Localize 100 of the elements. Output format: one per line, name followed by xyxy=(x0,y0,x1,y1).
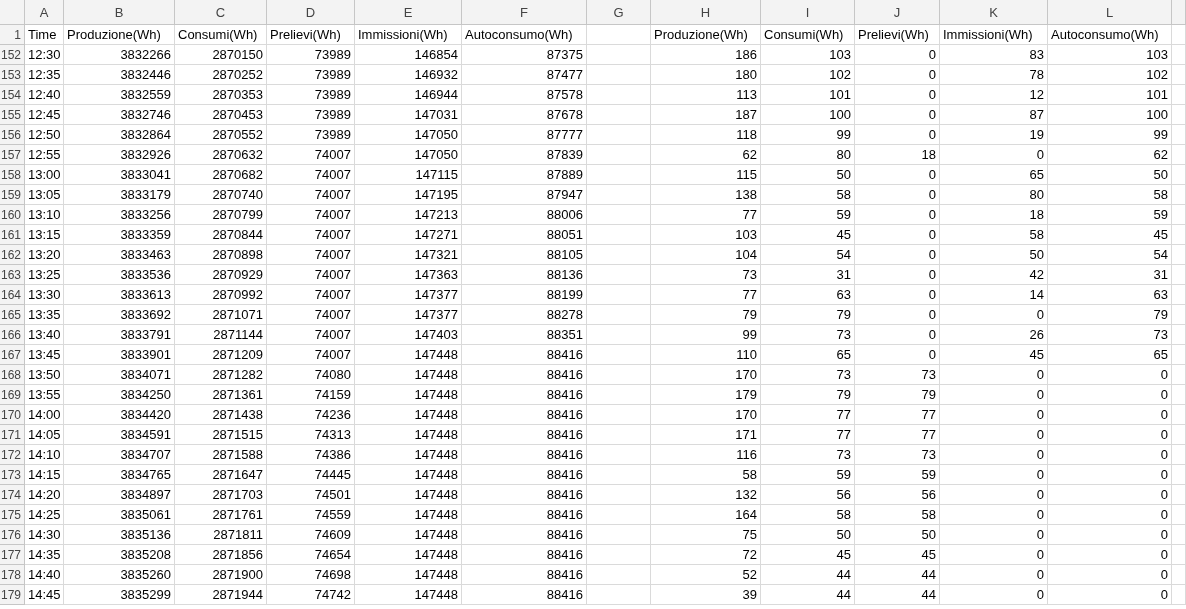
table-cell: 132 xyxy=(651,485,761,505)
table-cell: 2871761 xyxy=(175,505,267,525)
row-header[interactable]: 174 xyxy=(0,485,25,505)
row-header[interactable]: 172 xyxy=(0,445,25,465)
table-cell: 42 xyxy=(940,265,1048,285)
row-header[interactable]: 171 xyxy=(0,425,25,445)
table-cell: 12:55 xyxy=(25,145,64,165)
table-cell: 2871944 xyxy=(175,585,267,605)
table-cell: 147050 xyxy=(355,125,462,145)
row-header[interactable]: 161 xyxy=(0,225,25,245)
column-header[interactable]: K xyxy=(940,0,1048,25)
empty-cell xyxy=(1172,345,1186,365)
row-header[interactable]: 154 xyxy=(0,85,25,105)
column-header[interactable]: G xyxy=(587,0,651,25)
table-cell: 170 xyxy=(651,365,761,385)
table-cell: 88416 xyxy=(462,485,587,505)
row-header[interactable]: 155 xyxy=(0,105,25,125)
empty-cell xyxy=(1172,285,1186,305)
empty-cell xyxy=(587,465,651,485)
table-cell: 0 xyxy=(940,145,1048,165)
table-cell: 147448 xyxy=(355,425,462,445)
column-header[interactable]: I xyxy=(761,0,855,25)
table-cell: 187 xyxy=(651,105,761,125)
column-header[interactable]: H xyxy=(651,0,761,25)
table-cell: 77 xyxy=(855,425,940,445)
table-cell: 56 xyxy=(855,485,940,505)
column-header[interactable]: F xyxy=(462,0,587,25)
row-header[interactable]: 176 xyxy=(0,525,25,545)
table-cell: 88136 xyxy=(462,265,587,285)
table-cell: 74007 xyxy=(267,345,355,365)
table-cell: 0 xyxy=(855,265,940,285)
table-cell: 45 xyxy=(761,545,855,565)
empty-cell xyxy=(587,545,651,565)
row-header[interactable]: 158 xyxy=(0,165,25,185)
column-header[interactable]: B xyxy=(64,0,175,25)
table-cell: 44 xyxy=(855,565,940,585)
empty-cell xyxy=(587,405,651,425)
row-header[interactable]: 177 xyxy=(0,545,25,565)
row-header[interactable]: 175 xyxy=(0,505,25,525)
row-header[interactable]: 165 xyxy=(0,305,25,325)
column-header[interactable]: C xyxy=(175,0,267,25)
table-cell: 88006 xyxy=(462,205,587,225)
table-cell: 3834071 xyxy=(64,365,175,385)
table-cell: 147213 xyxy=(355,205,462,225)
table-cell: 147448 xyxy=(355,405,462,425)
column-header[interactable]: D xyxy=(267,0,355,25)
table-cell: 74698 xyxy=(267,565,355,585)
row-header[interactable]: 168 xyxy=(0,365,25,385)
table-cell: 2871282 xyxy=(175,365,267,385)
empty-cell xyxy=(1172,425,1186,445)
table-cell: 13:10 xyxy=(25,205,64,225)
column-header[interactable] xyxy=(1172,0,1186,25)
row-header[interactable]: 157 xyxy=(0,145,25,165)
table-cell: 88416 xyxy=(462,445,587,465)
row-header[interactable]: 166 xyxy=(0,325,25,345)
table-cell: 3833179 xyxy=(64,185,175,205)
row-header[interactable]: 156 xyxy=(0,125,25,145)
table-cell: 13:45 xyxy=(25,345,64,365)
table-cell: 13:30 xyxy=(25,285,64,305)
row-header[interactable]: 164 xyxy=(0,285,25,305)
row-header[interactable]: 173 xyxy=(0,465,25,485)
table-cell: 13:40 xyxy=(25,325,64,345)
table-cell: 88416 xyxy=(462,585,587,605)
table-cell: 2871515 xyxy=(175,425,267,445)
row-header[interactable]: 1 xyxy=(0,25,25,45)
select-all-corner[interactable] xyxy=(0,0,25,25)
column-header[interactable]: A xyxy=(25,0,64,25)
table-cell: 88416 xyxy=(462,345,587,365)
table-cell: 2871856 xyxy=(175,545,267,565)
row-header[interactable]: 159 xyxy=(0,185,25,205)
table-cell: 74080 xyxy=(267,365,355,385)
empty-cell xyxy=(587,225,651,245)
table-cell: 88416 xyxy=(462,405,587,425)
row-header[interactable]: 170 xyxy=(0,405,25,425)
column-header[interactable]: E xyxy=(355,0,462,25)
row-header[interactable]: 152 xyxy=(0,45,25,65)
table-cell: 147377 xyxy=(355,285,462,305)
table-cell: 147448 xyxy=(355,385,462,405)
row-header[interactable]: 160 xyxy=(0,205,25,225)
table-cell: 3834591 xyxy=(64,425,175,445)
table-cell: 78 xyxy=(940,65,1048,85)
table-cell: 59 xyxy=(1048,205,1172,225)
empty-cell xyxy=(587,585,651,605)
empty-cell xyxy=(587,285,651,305)
table-cell: 75 xyxy=(651,525,761,545)
row-header[interactable]: 169 xyxy=(0,385,25,405)
row-header[interactable]: 167 xyxy=(0,345,25,365)
table-cell: 0 xyxy=(855,285,940,305)
table-cell: 100 xyxy=(761,105,855,125)
empty-cell xyxy=(587,425,651,445)
row-header[interactable]: 178 xyxy=(0,565,25,585)
column-header[interactable]: J xyxy=(855,0,940,25)
row-header[interactable]: 179 xyxy=(0,585,25,605)
table-cell: 88416 xyxy=(462,465,587,485)
table-cell: 14:45 xyxy=(25,585,64,605)
column-header[interactable]: L xyxy=(1048,0,1172,25)
table-cell: 63 xyxy=(1048,285,1172,305)
row-header[interactable]: 163 xyxy=(0,265,25,285)
row-header[interactable]: 153 xyxy=(0,65,25,85)
row-header[interactable]: 162 xyxy=(0,245,25,265)
